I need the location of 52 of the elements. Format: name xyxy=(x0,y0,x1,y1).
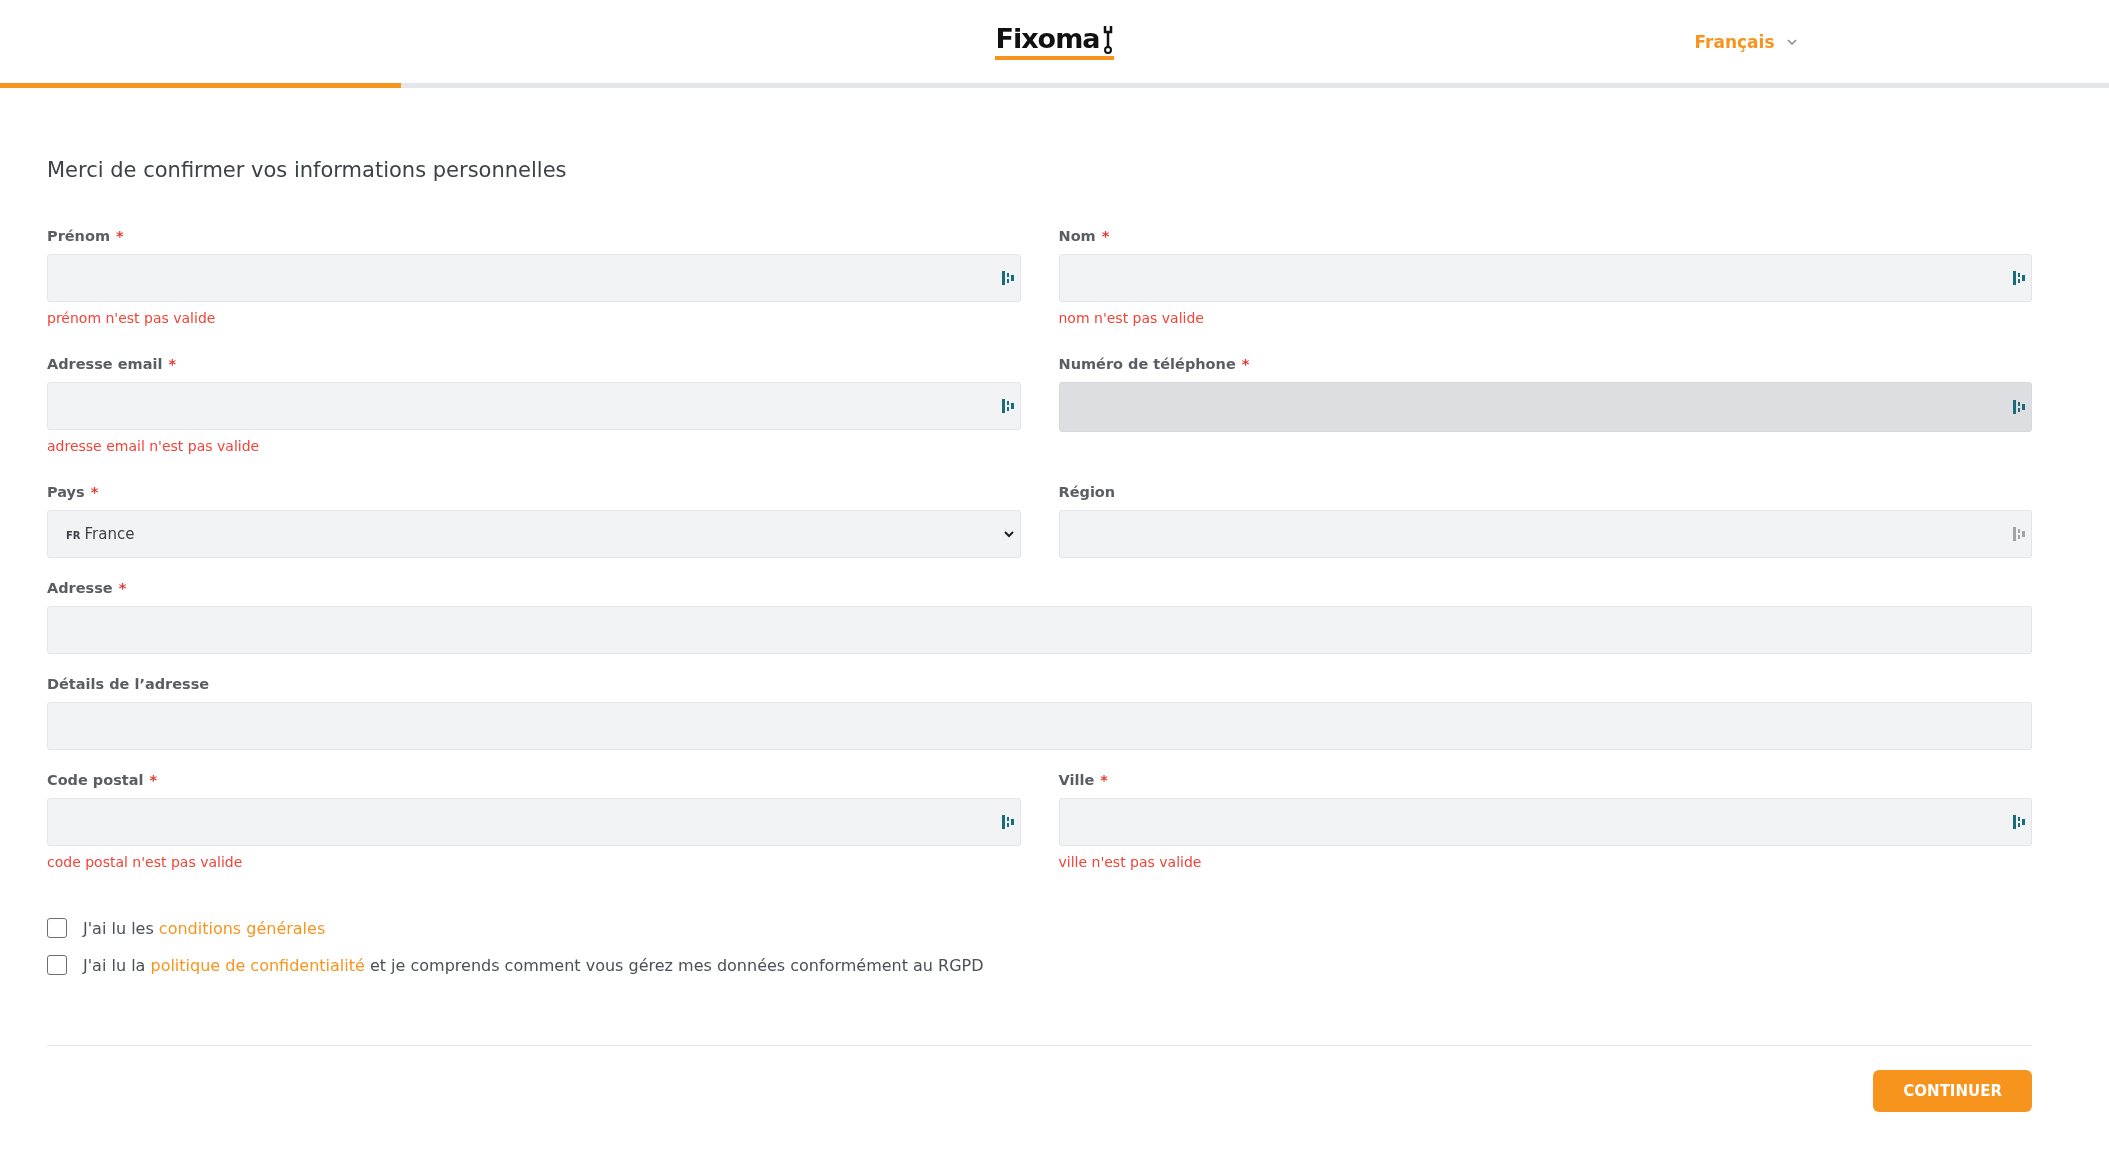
field-label: Code postal * xyxy=(47,772,159,788)
required-mark: * xyxy=(1241,356,1250,372)
required-mark: * xyxy=(1100,772,1108,788)
required-mark: * xyxy=(168,356,176,372)
required-mark: * xyxy=(1101,228,1110,244)
password-manager-icon[interactable] xyxy=(2013,527,2025,541)
agreement-link[interactable]: politique de confidentialité xyxy=(150,955,365,975)
password-manager-icon[interactable] xyxy=(1001,815,1014,829)
agreement-link[interactable]: conditions générales xyxy=(158,918,326,938)
field-label: Détails de l’adresse xyxy=(47,676,211,692)
field-label: Adresse email * xyxy=(47,356,177,372)
select-value: FR France xyxy=(66,525,135,543)
field-label: Adresse * xyxy=(47,580,128,596)
field-label: Nom * xyxy=(1058,228,1111,244)
required-mark: * xyxy=(116,228,124,244)
chevron-down-icon xyxy=(1003,530,1014,538)
country-select[interactable]: FR France xyxy=(47,510,1021,558)
checkbox[interactable] xyxy=(47,918,67,938)
error-message: code postal n'est pas valide xyxy=(47,854,244,870)
checkbox[interactable] xyxy=(47,955,67,975)
chevron-down-icon xyxy=(1786,38,1797,45)
error-message: prénom n'est pas valide xyxy=(47,310,217,326)
logo-text: Fixoma xyxy=(995,23,1100,54)
input-field[interactable] xyxy=(47,798,1021,846)
required-mark: * xyxy=(90,484,99,500)
password-manager-icon[interactable] xyxy=(1001,271,1014,285)
password-manager-icon[interactable] xyxy=(2013,271,2025,285)
input-field[interactable] xyxy=(47,606,2032,654)
language-selector[interactable]: Français xyxy=(1688,30,1803,53)
input-field[interactable] xyxy=(47,382,1021,430)
field-label: Numéro de téléphone * xyxy=(1058,356,1251,372)
input-field[interactable] xyxy=(1058,798,2032,846)
input-field[interactable] xyxy=(47,254,1021,302)
password-manager-icon[interactable] xyxy=(1001,399,1014,413)
agreement-text: J'ai lu la politique de confidentialité et je comprends comment vous gérez mes données conformément au RGPD xyxy=(83,955,984,975)
input-field[interactable] xyxy=(1058,510,2032,558)
field-label: Région xyxy=(1058,484,1117,500)
page-title: Merci de confirmer vos informations personnelles xyxy=(47,158,568,182)
error-message: ville n'est pas valide xyxy=(1058,854,1203,870)
password-manager-icon[interactable] xyxy=(2013,815,2025,829)
wrench-icon xyxy=(1101,24,1114,54)
input-field[interactable] xyxy=(47,702,2032,750)
required-mark: * xyxy=(149,772,158,788)
field-label: Pays * xyxy=(47,484,100,500)
field-label: Prénom * xyxy=(47,228,125,244)
field-label: Ville * xyxy=(1058,772,1109,788)
input-field[interactable] xyxy=(1058,254,2032,302)
continue-button[interactable]: CONTINUER xyxy=(1873,1070,2032,1112)
error-message: nom n'est pas valide xyxy=(1058,310,1205,326)
required-mark: * xyxy=(118,580,127,596)
agreement-text: J'ai lu les conditions générales xyxy=(83,918,326,938)
error-message: adresse email n'est pas valide xyxy=(47,438,261,454)
